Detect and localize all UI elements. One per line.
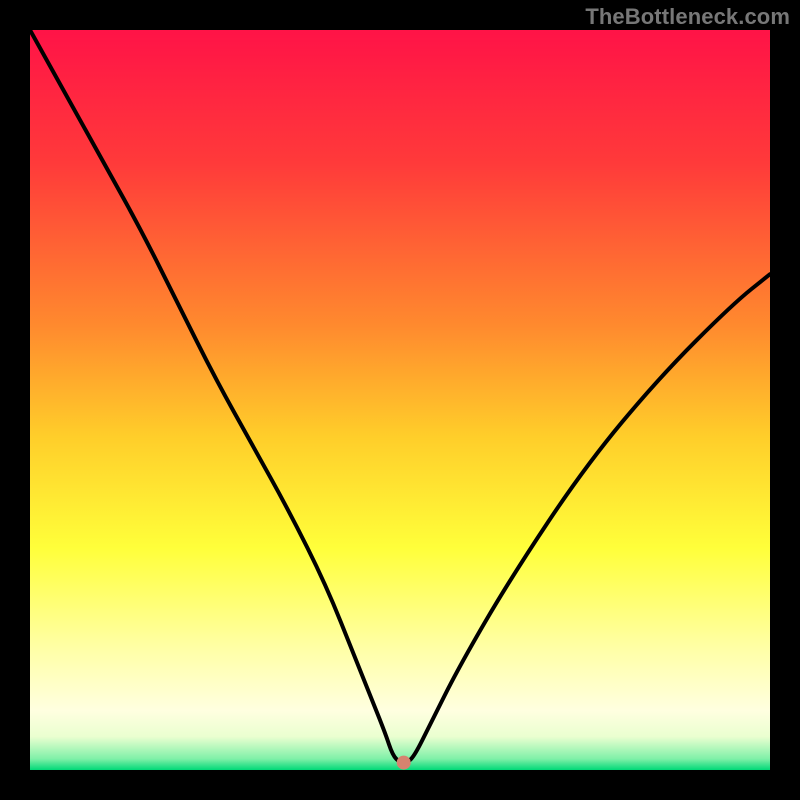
chart-frame: { "watermark": "TheBottleneck.com", "cha… [0, 0, 800, 800]
plot-background [30, 30, 770, 770]
marker-dot [397, 756, 411, 770]
chart-svg [0, 0, 800, 800]
watermark-text: TheBottleneck.com [585, 4, 790, 30]
